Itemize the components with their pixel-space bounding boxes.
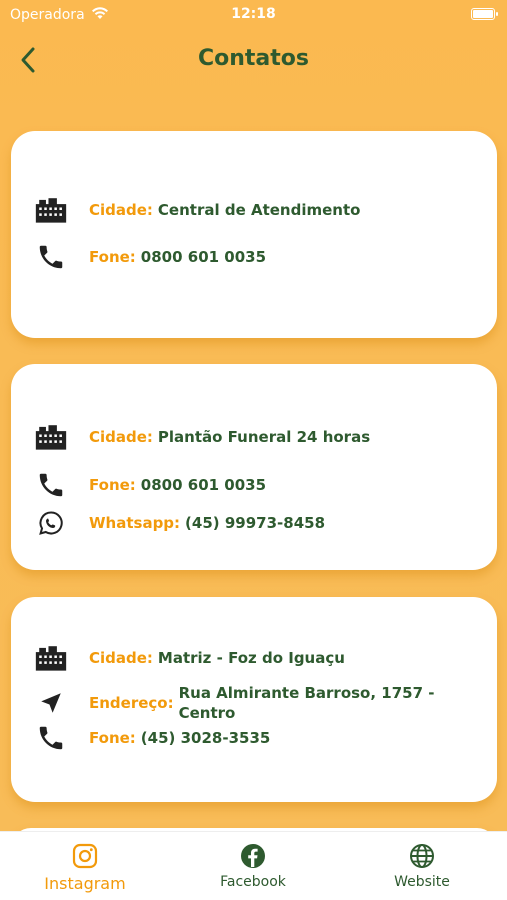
whatsapp-row[interactable]: Whatsapp: (45) 99973-8458 (35, 507, 325, 539)
globe-icon (347, 842, 497, 870)
building-icon (35, 421, 67, 453)
status-time: 12:18 (231, 6, 276, 22)
tab-label: Website (394, 874, 450, 890)
phone-label: Fone: (89, 248, 136, 266)
phone-label: Fone: (89, 729, 136, 747)
phone-value[interactable]: (45) 3028-3535 (141, 729, 271, 747)
instagram-icon (10, 842, 160, 870)
address-label: Endereço: (89, 694, 174, 712)
tab-facebook[interactable]: Facebook (178, 842, 328, 890)
page-title: Contatos (197, 46, 309, 71)
navigation-bar: Contatos (0, 40, 507, 80)
city-label: Cidade: (89, 428, 153, 446)
phone-value[interactable]: 0800 601 0035 (141, 476, 266, 494)
phone-row[interactable]: Fone: (45) 3028-3535 (35, 722, 270, 754)
tab-label: Instagram (44, 874, 126, 893)
phone-value[interactable]: 0800 601 0035 (141, 248, 266, 266)
tab-label: Facebook (220, 874, 286, 890)
contact-card: Cidade: Plantão Funeral 24 horas Fone: 0… (11, 364, 497, 570)
tab-website[interactable]: Website (347, 842, 497, 890)
facebook-icon (178, 842, 328, 870)
city-value: Central de Atendimento (157, 201, 361, 219)
tab-bar: Instagram Facebook Website (0, 831, 507, 900)
building-icon (35, 642, 67, 674)
building-icon (35, 194, 67, 226)
city-value: Matriz - Foz do Iguaçu (157, 649, 345, 667)
city-row: Cidade: Plantão Funeral 24 horas (35, 421, 370, 453)
phone-icon (35, 241, 67, 273)
phone-label: Fone: (89, 476, 136, 494)
city-label: Cidade: (89, 201, 153, 219)
tab-instagram[interactable]: Instagram (10, 842, 160, 893)
city-row: Cidade: Central de Atendimento (35, 194, 360, 226)
whatsapp-icon (35, 507, 67, 539)
battery-icon (471, 8, 498, 20)
phone-row[interactable]: Fone: 0800 601 0035 (35, 469, 266, 501)
city-label: Cidade: (89, 649, 153, 667)
city-value: Plantão Funeral 24 horas (157, 428, 371, 446)
navigation-arrow-icon (35, 687, 67, 719)
contact-card: Cidade: Central de Atendimento Fone: 080… (11, 131, 497, 338)
contact-card: Cidade: Matriz - Foz do Iguaçu Endereço:… (11, 597, 497, 802)
whatsapp-value[interactable]: (45) 99973-8458 (185, 514, 325, 532)
whatsapp-label: Whatsapp: (89, 514, 181, 532)
status-bar: Operadora 12:18 (0, 0, 507, 30)
address-value[interactable]: Rua Almirante Barroso, 1757 - Centro (179, 683, 449, 723)
address-row[interactable]: Endereço: Rua Almirante Barroso, 1757 - … (35, 683, 449, 723)
city-row: Cidade: Matriz - Foz do Iguaçu (35, 642, 345, 674)
phone-icon (35, 469, 67, 501)
phone-row[interactable]: Fone: 0800 601 0035 (35, 241, 266, 273)
phone-icon (35, 722, 67, 754)
